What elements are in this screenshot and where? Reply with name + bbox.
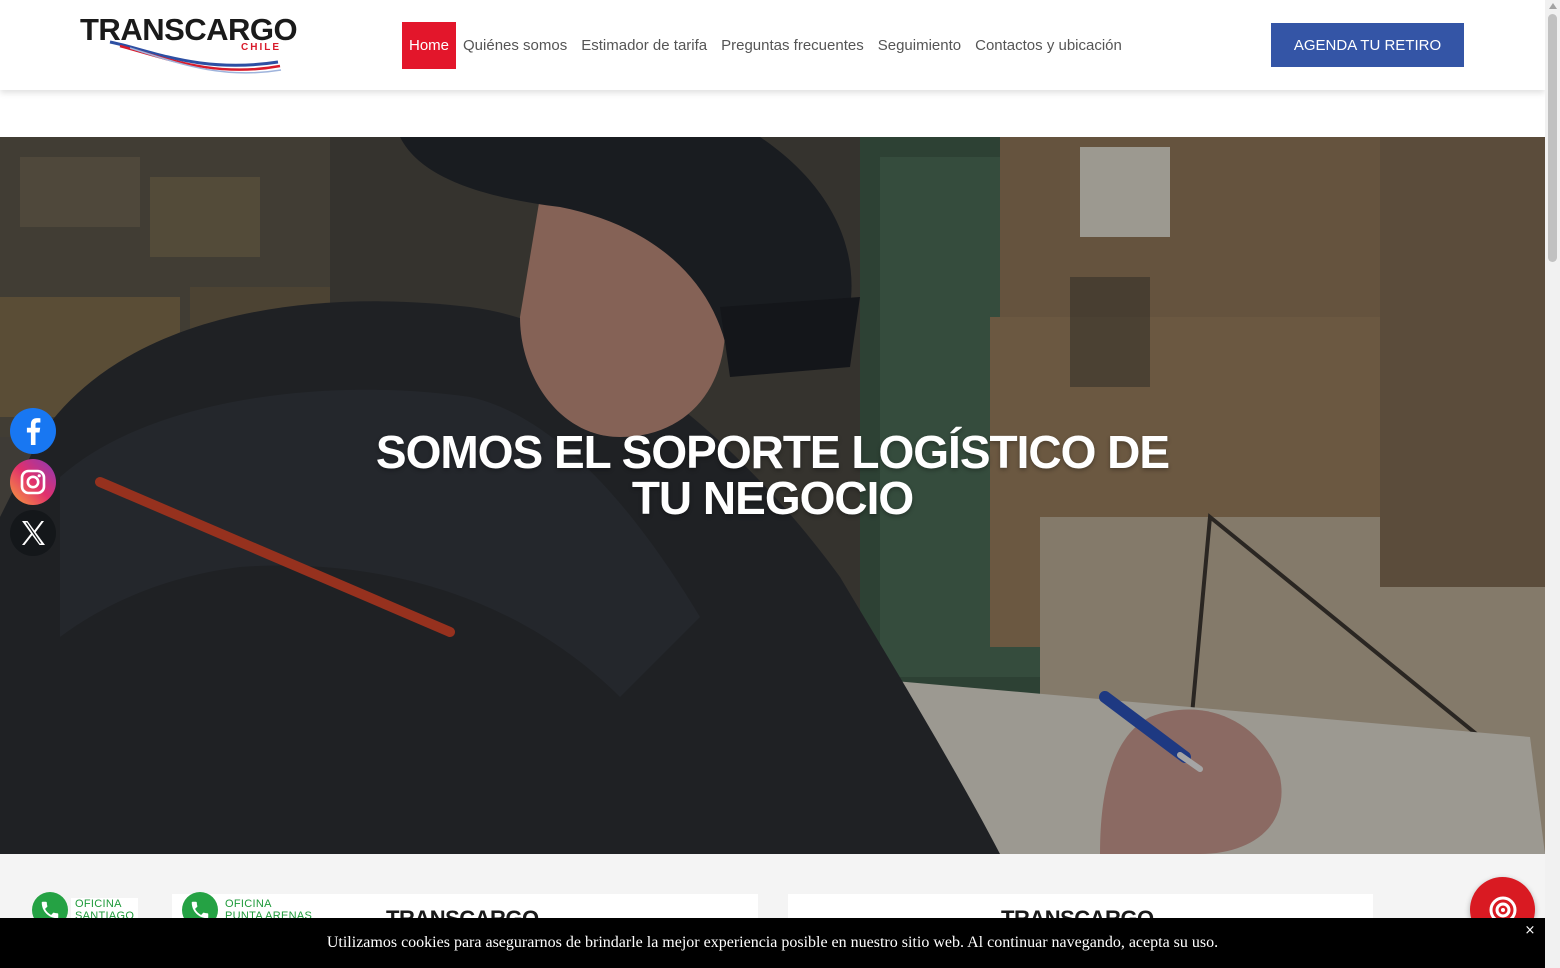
nav-item-estimador-de-tarifa[interactable]: Estimador de tarifa (574, 22, 714, 69)
whatsapp-label-line1: OFICINA (75, 898, 122, 910)
nav-item-contactos[interactable]: Contactos y ubicación (968, 22, 1129, 69)
nav-item-quienes-somos[interactable]: Quiénes somos (456, 22, 574, 69)
cookie-close-button[interactable]: × (1523, 924, 1537, 938)
nav-item-home[interactable]: Home (402, 22, 457, 69)
whatsapp-label-line1: OFICINA (225, 898, 272, 910)
scroll-up-arrow-icon[interactable] (1549, 3, 1557, 9)
page: TRANSCARGO CHILE Home Quiénes somos Esti… (0, 0, 1560, 968)
main-nav: Home Quiénes somos Estimador de tarifa P… (402, 22, 1129, 69)
cookie-banner: Utilizamos cookies para asegurarnos de b… (0, 918, 1545, 968)
nav-item-preguntas-frecuentes[interactable]: Preguntas frecuentes (714, 22, 871, 69)
transcargo-logo[interactable]: TRANSCARGO CHILE (80, 12, 298, 74)
header-spacer (0, 90, 1545, 137)
cookie-message: Utilizamos cookies para asegurarnos de b… (326, 934, 1219, 951)
hero-title-line-1: SOMOS EL SOPORTE LOGÍSTICO DE (375, 426, 1170, 478)
instagram-button[interactable] (10, 459, 56, 505)
hero-title: SOMOS EL SOPORTE LOGÍSTICO DE TU NEGOCIO (340, 429, 1205, 521)
instagram-icon (20, 469, 46, 495)
scrollbar-thumb[interactable] (1548, 14, 1557, 262)
logo-subtitle: CHILE (241, 42, 281, 53)
hero-banner: SOMOS EL SOPORTE LOGÍSTICO DE TU NEGOCIO (0, 137, 1545, 854)
x-icon (22, 521, 45, 545)
agenda-retiro-button[interactable]: AGENDA TU RETIRO (1271, 23, 1464, 67)
page-scrollbar[interactable] (1545, 0, 1560, 968)
site-header: TRANSCARGO CHILE Home Quiénes somos Esti… (0, 0, 1545, 90)
x-button[interactable] (10, 510, 56, 556)
facebook-icon (26, 418, 41, 445)
nav-item-seguimiento[interactable]: Seguimiento (871, 22, 968, 69)
facebook-button[interactable] (10, 408, 56, 454)
hero-title-line-2: TU NEGOCIO (631, 472, 914, 524)
